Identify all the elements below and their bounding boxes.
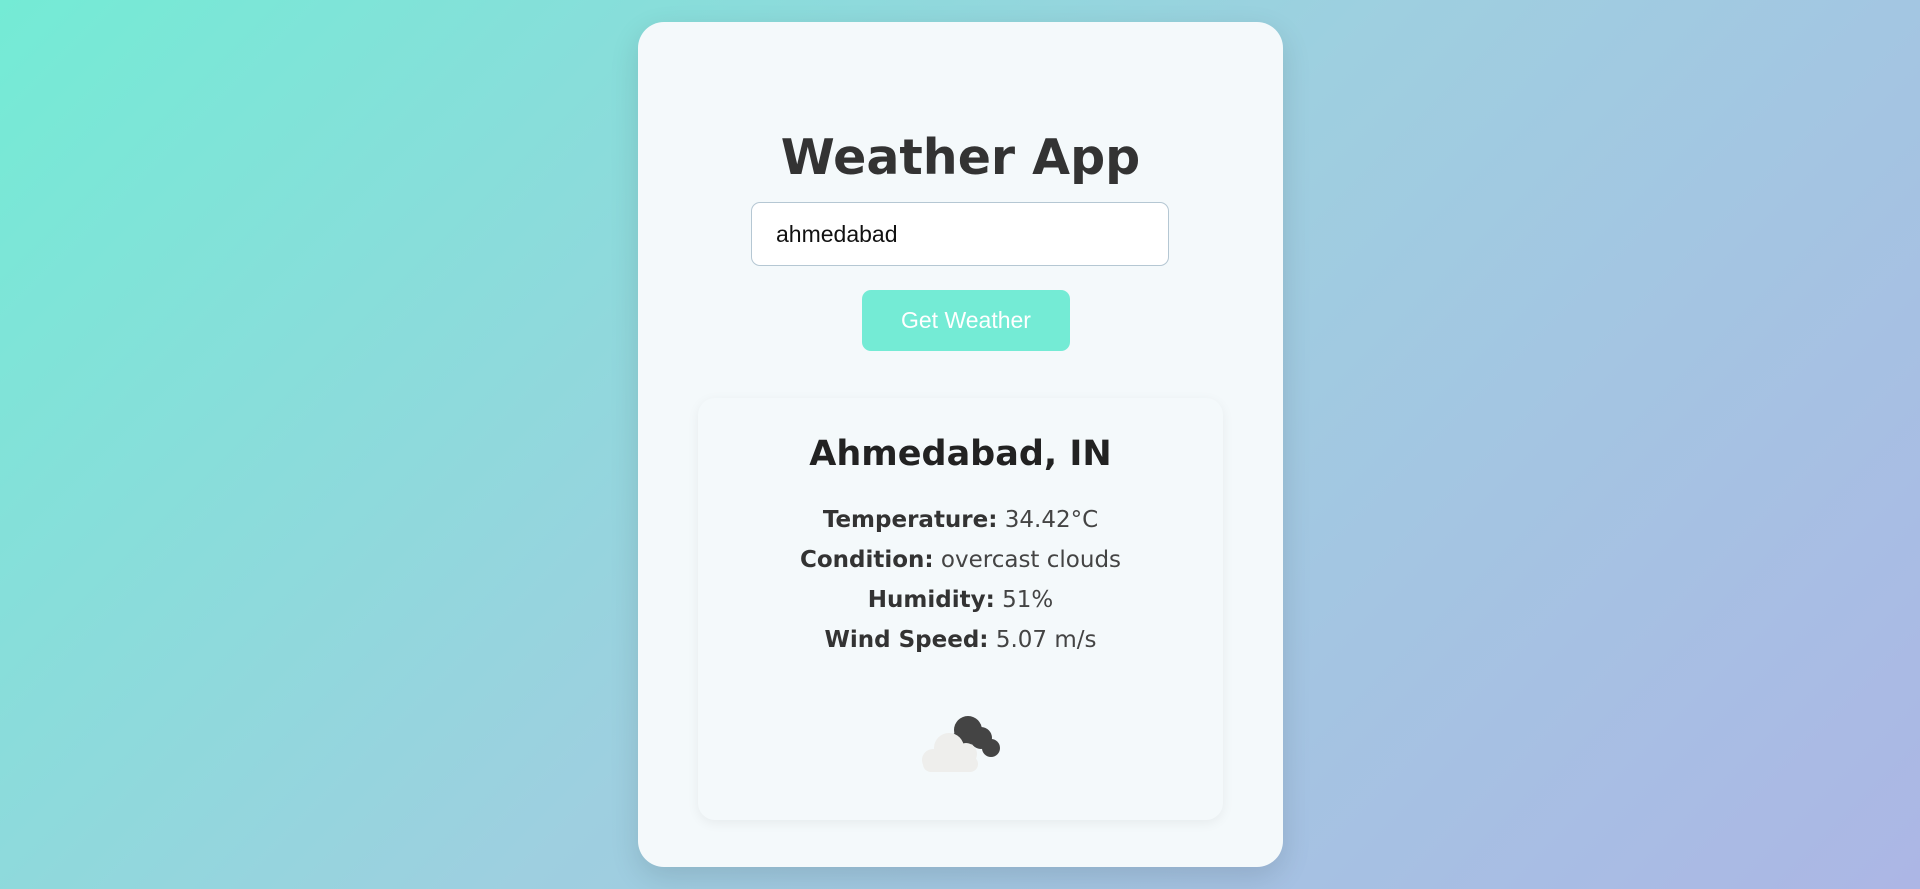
temperature-label: Temperature: xyxy=(822,507,998,533)
overcast-clouds-icon xyxy=(922,716,1000,772)
condition-label: Condition: xyxy=(799,547,934,573)
wind-speed-value: 5.07 m/s xyxy=(995,627,1097,653)
wind-speed-row: Wind Speed: 5.07 m/s xyxy=(698,624,1223,656)
city-search-input[interactable] xyxy=(751,202,1169,266)
wind-speed-label: Wind Speed: xyxy=(824,627,989,653)
condition-row: Condition: overcast clouds xyxy=(698,544,1223,576)
humidity-row: Humidity: 51% xyxy=(698,584,1223,616)
temperature-row: Temperature: 34.42°C xyxy=(698,504,1223,536)
weather-app-card: Weather App Get Weather Ahmedabad, IN Te… xyxy=(638,22,1283,867)
temperature-value: 34.42°C xyxy=(1004,507,1099,533)
app-title: Weather App xyxy=(780,129,1141,186)
city-name: Ahmedabad, IN xyxy=(809,434,1112,474)
humidity-value: 51% xyxy=(1002,587,1054,613)
get-weather-button[interactable]: Get Weather xyxy=(862,290,1070,351)
weather-result-card: Ahmedabad, IN Temperature: 34.42°C Condi… xyxy=(698,398,1223,820)
condition-value: overcast clouds xyxy=(940,547,1122,573)
humidity-label: Humidity: xyxy=(867,587,995,613)
